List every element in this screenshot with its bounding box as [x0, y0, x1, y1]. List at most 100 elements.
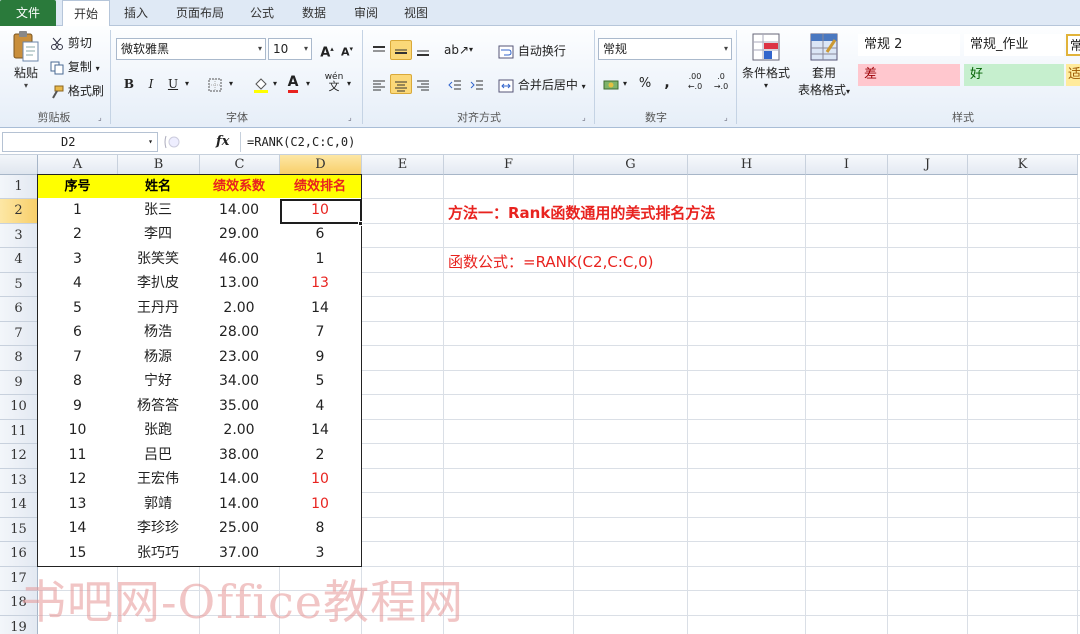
row-header-10[interactable]: 10: [0, 395, 38, 420]
tab-file[interactable]: 文件: [0, 0, 56, 26]
table-cell-name[interactable]: 吕巴: [117, 443, 200, 469]
fill-color-dropdown-icon[interactable]: ▾: [270, 74, 280, 94]
increase-decimal-button[interactable]: .00 ←.0: [684, 72, 706, 92]
table-cell-coef[interactable]: 25.00: [199, 517, 280, 542]
shrink-font-button[interactable]: A▾: [336, 39, 358, 59]
accounting-format-button[interactable]: [600, 74, 622, 94]
phonetic-button[interactable]: wén 文: [322, 72, 346, 92]
align-center-button[interactable]: [390, 74, 412, 94]
table-cell-no[interactable]: 14: [37, 517, 118, 542]
table-cell-coef[interactable]: 28.00: [199, 321, 280, 346]
table-cell-rank[interactable]: 2: [279, 443, 362, 469]
row-header-11[interactable]: 11: [0, 420, 38, 444]
table-cell-coef[interactable]: 38.00: [199, 443, 280, 469]
copy-button[interactable]: 复制 ▾: [50, 58, 100, 75]
column-header-e[interactable]: E: [362, 155, 444, 175]
table-cell-name[interactable]: 李扒皮: [117, 272, 200, 297]
style-normal-assignment[interactable]: 常规_作业: [964, 34, 1064, 56]
table-cell-no[interactable]: 15: [37, 541, 118, 567]
align-right-button[interactable]: [412, 74, 434, 94]
decrease-decimal-button[interactable]: .0 →.0: [710, 72, 732, 92]
fill-color-button[interactable]: [250, 74, 272, 94]
table-cell-no[interactable]: 4: [37, 272, 118, 297]
column-header-k[interactable]: K: [968, 155, 1078, 175]
paste-button[interactable]: 粘贴 ▾: [8, 30, 44, 90]
table-cell-coef[interactable]: 2.00: [199, 296, 280, 322]
table-cell-name[interactable]: 张跑: [117, 419, 200, 444]
table-cell-no[interactable]: 10: [37, 419, 118, 444]
font-launcher-icon[interactable]: ⌟: [348, 113, 352, 122]
table-cell-rank[interactable]: 10: [279, 492, 362, 518]
table-cell-no[interactable]: 11: [37, 443, 118, 469]
font-color-dropdown-icon[interactable]: ▾: [303, 74, 313, 94]
column-header-g[interactable]: G: [574, 155, 688, 175]
table-cell-name[interactable]: 郭靖: [117, 492, 200, 518]
row-header-16[interactable]: 16: [0, 542, 38, 567]
align-bottom-button[interactable]: [412, 40, 434, 60]
table-cell-no[interactable]: 1: [37, 198, 118, 224]
table-cell-name[interactable]: 宁好: [117, 370, 200, 395]
tab-page-layout[interactable]: 页面布局: [166, 0, 234, 26]
table-cell-name[interactable]: 张笑笑: [117, 247, 200, 273]
table-cell-rank[interactable]: 5: [279, 370, 362, 395]
row-header-9[interactable]: 9: [0, 371, 38, 395]
table-cell-rank[interactable]: 14: [279, 296, 362, 322]
row-header-5[interactable]: 5: [0, 273, 38, 297]
column-header-f[interactable]: F: [444, 155, 574, 175]
column-header-j[interactable]: J: [888, 155, 968, 175]
number-format-dropdown[interactable]: 常规 ▾: [598, 38, 732, 60]
table-cell-rank[interactable]: 13: [279, 272, 362, 297]
grow-font-button[interactable]: A▴: [316, 39, 338, 60]
fill-handle[interactable]: [358, 221, 363, 226]
table-cell-name[interactable]: 王丹丹: [117, 296, 200, 322]
row-header-1[interactable]: 1: [0, 175, 38, 199]
table-cell-coef[interactable]: 23.00: [199, 345, 280, 371]
style-bad[interactable]: 差: [858, 64, 960, 86]
table-cell-coef[interactable]: 29.00: [199, 223, 280, 248]
orientation-button[interactable]: ab↗: [444, 40, 469, 60]
table-cell-name[interactable]: 杨源: [117, 345, 200, 371]
row-header-14[interactable]: 14: [0, 493, 38, 518]
table-cell-no[interactable]: 9: [37, 394, 118, 420]
insert-function-icon[interactable]: fx: [216, 132, 229, 152]
table-cell-coef[interactable]: 34.00: [199, 370, 280, 395]
style-neutral[interactable]: 适: [1066, 64, 1080, 86]
table-cell-no[interactable]: 5: [37, 296, 118, 322]
table-header-cell[interactable]: 姓名: [117, 174, 200, 199]
table-cell-rank[interactable]: 6: [279, 223, 362, 248]
name-box[interactable]: D2 ▾: [2, 132, 158, 152]
row-header-12[interactable]: 12: [0, 444, 38, 469]
row-header-15[interactable]: 15: [0, 518, 38, 542]
row-header-7[interactable]: 7: [0, 322, 38, 346]
tab-home[interactable]: 开始: [62, 0, 110, 27]
table-cell-rank[interactable]: 14: [279, 419, 362, 444]
table-cell-name[interactable]: 张三: [117, 198, 200, 224]
format-as-table-button[interactable]: 套用 表格格式▾: [796, 32, 852, 98]
table-cell-name[interactable]: 李珍珍: [117, 517, 200, 542]
table-cell-name[interactable]: 张巧巧: [117, 541, 200, 567]
copy-dropdown-icon[interactable]: ▾: [96, 64, 100, 73]
table-header-cell[interactable]: 绩效系数: [199, 174, 280, 199]
merge-center-button[interactable]: 合并后居中 ▾: [498, 76, 586, 93]
style-normal-2[interactable]: 常规 2: [858, 34, 960, 56]
orientation-dropdown-icon[interactable]: ▾: [466, 40, 476, 60]
select-all-corner[interactable]: [0, 155, 38, 175]
conditional-format-button[interactable]: 条件格式 ▾: [740, 32, 792, 90]
row-header-6[interactable]: 6: [0, 297, 38, 322]
table-cell-no[interactable]: 6: [37, 321, 118, 346]
number-launcher-icon[interactable]: ⌟: [724, 113, 728, 122]
font-name-dropdown[interactable]: 微软雅黑 ▾: [116, 38, 266, 60]
phonetic-dropdown-icon[interactable]: ▾: [344, 74, 354, 94]
tab-formulas[interactable]: 公式: [240, 0, 284, 26]
table-cell-no[interactable]: 8: [37, 370, 118, 395]
border-dropdown-icon[interactable]: ▾: [226, 74, 236, 94]
paste-dropdown-icon[interactable]: ▾: [8, 81, 44, 90]
wrap-text-button[interactable]: 自动换行: [498, 42, 566, 59]
table-cell-rank[interactable]: 7: [279, 321, 362, 346]
expand-name-box-icon[interactable]: [162, 134, 186, 150]
table-cell-coef[interactable]: 14.00: [199, 492, 280, 518]
table-cell-coef[interactable]: 14.00: [199, 468, 280, 493]
column-header-i[interactable]: I: [806, 155, 888, 175]
table-cell-no[interactable]: 7: [37, 345, 118, 371]
row-header-2[interactable]: 2: [0, 199, 38, 224]
